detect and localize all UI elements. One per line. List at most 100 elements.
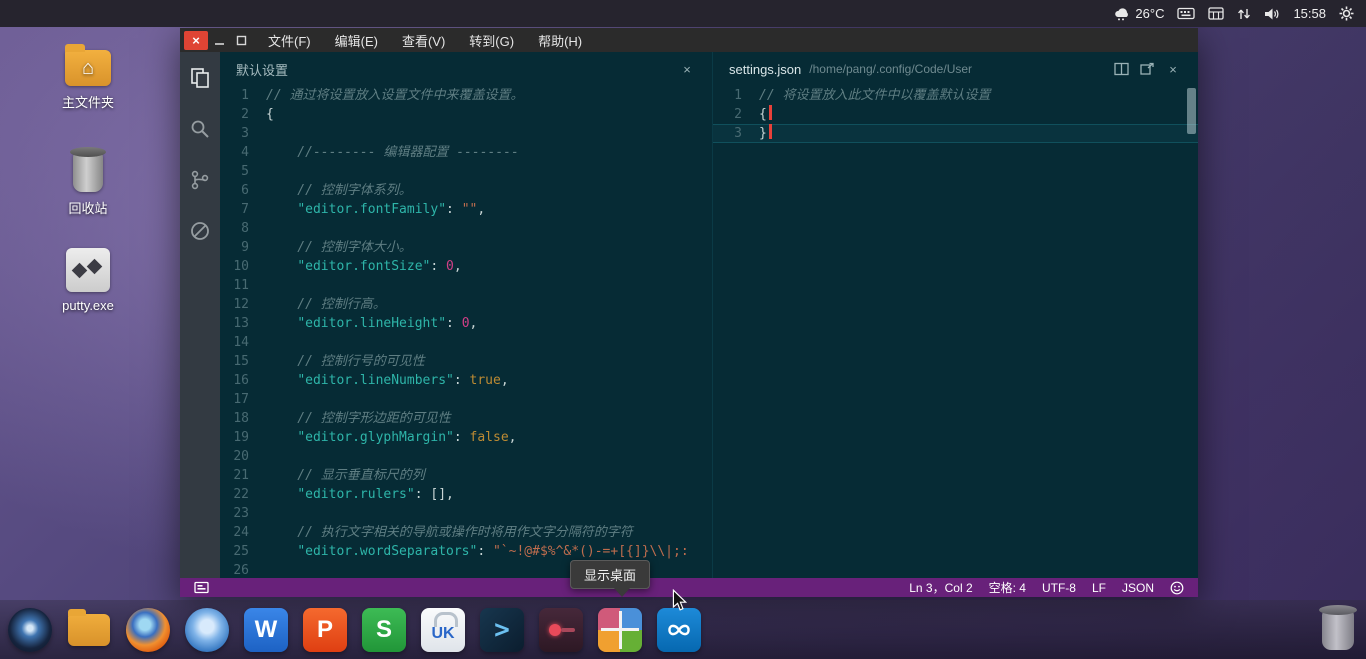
window-maximize-button[interactable] <box>230 31 252 50</box>
code-line[interactable]: 10 "editor.fontSize": 0, <box>220 257 712 276</box>
wps-presentation-icon[interactable]: P <box>303 608 347 652</box>
cursor-position-status[interactable]: Ln 3，Col 2 <box>909 579 972 596</box>
weather-indicator[interactable]: 26°C <box>1113 0 1164 27</box>
right-editor-path: /home/pang/.config/Code/User <box>809 62 972 76</box>
minimize-icon <box>214 35 225 46</box>
code-line[interactable]: 22 "editor.rulers": [], <box>220 485 712 504</box>
code-line[interactable]: 6 // 控制字体系列。 <box>220 181 712 200</box>
code-line[interactable]: 20 <box>220 447 712 466</box>
file-manager-icon[interactable] <box>67 608 111 652</box>
code-line[interactable]: 2{ <box>220 105 712 124</box>
code-line[interactable]: 15 // 控制行号的可见性 <box>220 352 712 371</box>
line-content <box>266 124 712 143</box>
code-line[interactable]: 1// 将设置放入此文件中以覆盖默认设置 <box>713 86 1198 105</box>
language-mode-status[interactable]: JSON <box>1122 581 1154 595</box>
weather-cloud-icon <box>1113 7 1131 21</box>
line-number: 2 <box>220 105 266 124</box>
open-preview-icon[interactable] <box>1138 60 1156 78</box>
search-icon[interactable] <box>188 117 212 141</box>
dock-tooltip-arrow <box>614 588 630 597</box>
line-number: 2 <box>713 105 759 124</box>
show-desktop-icon[interactable] <box>598 608 642 652</box>
line-number: 6 <box>220 181 266 200</box>
code-line[interactable]: 23 <box>220 504 712 523</box>
code-line[interactable]: 3 <box>220 124 712 143</box>
close-editor-icon[interactable]: × <box>678 60 696 78</box>
desktop-icon-trash[interactable]: 回收站 <box>46 144 130 217</box>
code-line[interactable]: 4 //-------- 编辑器配置 -------- <box>220 143 712 162</box>
wps-writer-letter: W <box>255 616 278 644</box>
window-close-button[interactable]: × <box>184 31 208 50</box>
volume-indicator[interactable] <box>1264 0 1280 27</box>
code-line[interactable]: 21 // 显示垂直标尺的列 <box>220 466 712 485</box>
close-editor-icon[interactable]: × <box>1164 60 1182 78</box>
recorder-app-icon[interactable] <box>539 608 583 652</box>
menu-goto[interactable]: 转到(G) <box>469 31 514 50</box>
line-content: "editor.lineNumbers": true, <box>266 371 712 390</box>
clock-indicator[interactable]: 15:58 <box>1293 0 1326 27</box>
wps-spreadsheet-icon[interactable]: S <box>362 608 406 652</box>
text-cursor <box>769 124 772 139</box>
desktop[interactable]: { "topbar": { "temperature": "26°C", "ti… <box>0 0 1366 659</box>
settings-json-editor[interactable]: 1// 将设置放入此文件中以覆盖默认设置2{3} <box>713 86 1198 578</box>
desktop-icon-home-folder[interactable]: 主文件夹 <box>46 42 130 111</box>
menu-file[interactable]: 文件(F) <box>268 31 311 50</box>
code-line[interactable]: 1// 通过将设置放入设置文件中来覆盖设置。 <box>220 86 712 105</box>
code-line[interactable]: 19 "editor.glyphMargin": false, <box>220 428 712 447</box>
encoding-status[interactable]: UTF-8 <box>1042 581 1076 595</box>
left-editor-header[interactable]: 默认设置 × <box>220 52 712 86</box>
gear-icon <box>1339 6 1354 21</box>
explorer-icon[interactable] <box>188 66 212 90</box>
code-line[interactable]: 11 <box>220 276 712 295</box>
line-content: "editor.lineHeight": 0, <box>266 314 712 333</box>
desktop-icon-putty[interactable]: putty.exe <box>46 242 130 313</box>
code-line[interactable]: 17 <box>220 390 712 409</box>
assistant-app-icon[interactable]: > <box>480 608 524 652</box>
input-method-indicator[interactable] <box>1208 0 1224 27</box>
window-minimize-button[interactable] <box>208 31 230 50</box>
menu-help[interactable]: 帮助(H) <box>538 31 582 50</box>
menu-view[interactable]: 查看(V) <box>402 31 445 50</box>
eol-status[interactable]: LF <box>1092 581 1106 595</box>
code-line[interactable]: 7 "editor.fontFamily": "", <box>220 200 712 219</box>
dock-trash-icon[interactable] <box>1322 610 1354 650</box>
code-line[interactable]: 14 <box>220 333 712 352</box>
line-content: // 执行文字相关的导航或操作时将用作文字分隔符的字符 <box>266 523 712 542</box>
code-line[interactable]: 12 // 控制行高。 <box>220 295 712 314</box>
line-number: 22 <box>220 485 266 504</box>
keyboard-indicator[interactable] <box>1177 0 1195 27</box>
git-icon[interactable] <box>188 168 212 192</box>
statusbar-left-icon[interactable] <box>194 581 209 594</box>
line-number: 11 <box>220 276 266 295</box>
window-titlebar[interactable]: × 文件(F) 编辑(E) 查看(V) 转到(G) 帮助(H) <box>180 28 1198 52</box>
code-line[interactable]: 5 <box>220 162 712 181</box>
menu-edit[interactable]: 编辑(E) <box>335 31 378 50</box>
session-indicator[interactable] <box>1339 0 1354 27</box>
code-line[interactable]: 9 // 控制字体大小。 <box>220 238 712 257</box>
chromium-icon[interactable] <box>185 608 229 652</box>
editor-scrollbar[interactable] <box>1187 88 1196 134</box>
code-line[interactable]: 25 "editor.wordSeparators": "`~!@#$%^&*(… <box>220 542 712 561</box>
code-line[interactable]: 13 "editor.lineHeight": 0, <box>220 314 712 333</box>
vscode-logo-icon <box>660 615 698 645</box>
code-line[interactable]: 3} <box>713 124 1198 143</box>
debug-icon[interactable] <box>188 219 212 243</box>
line-number: 10 <box>220 257 266 276</box>
code-line[interactable]: 18 // 控制字形边距的可见性 <box>220 409 712 428</box>
default-settings-editor[interactable]: 1// 通过将设置放入设置文件中来覆盖设置。2{34 //-------- 编辑… <box>220 86 712 578</box>
right-editor-header[interactable]: settings.json /home/pang/.config/Code/Us… <box>713 52 1198 86</box>
docky-anchor-icon[interactable] <box>8 608 52 652</box>
line-number: 18 <box>220 409 266 428</box>
wps-writer-icon[interactable]: W <box>244 608 288 652</box>
firefox-icon[interactable] <box>126 608 170 652</box>
code-line[interactable]: 16 "editor.lineNumbers": true, <box>220 371 712 390</box>
network-indicator[interactable] <box>1237 0 1251 27</box>
indentation-status[interactable]: 空格: 4 <box>989 579 1026 596</box>
code-line[interactable]: 2{ <box>713 105 1198 124</box>
software-center-icon[interactable]: UK <box>421 608 465 652</box>
line-number: 24 <box>220 523 266 542</box>
code-line[interactable]: 24 // 执行文字相关的导航或操作时将用作文字分隔符的字符 <box>220 523 712 542</box>
split-editor-icon[interactable] <box>1112 60 1130 78</box>
code-line[interactable]: 8 <box>220 219 712 238</box>
feedback-smiley-icon[interactable] <box>1170 581 1184 595</box>
